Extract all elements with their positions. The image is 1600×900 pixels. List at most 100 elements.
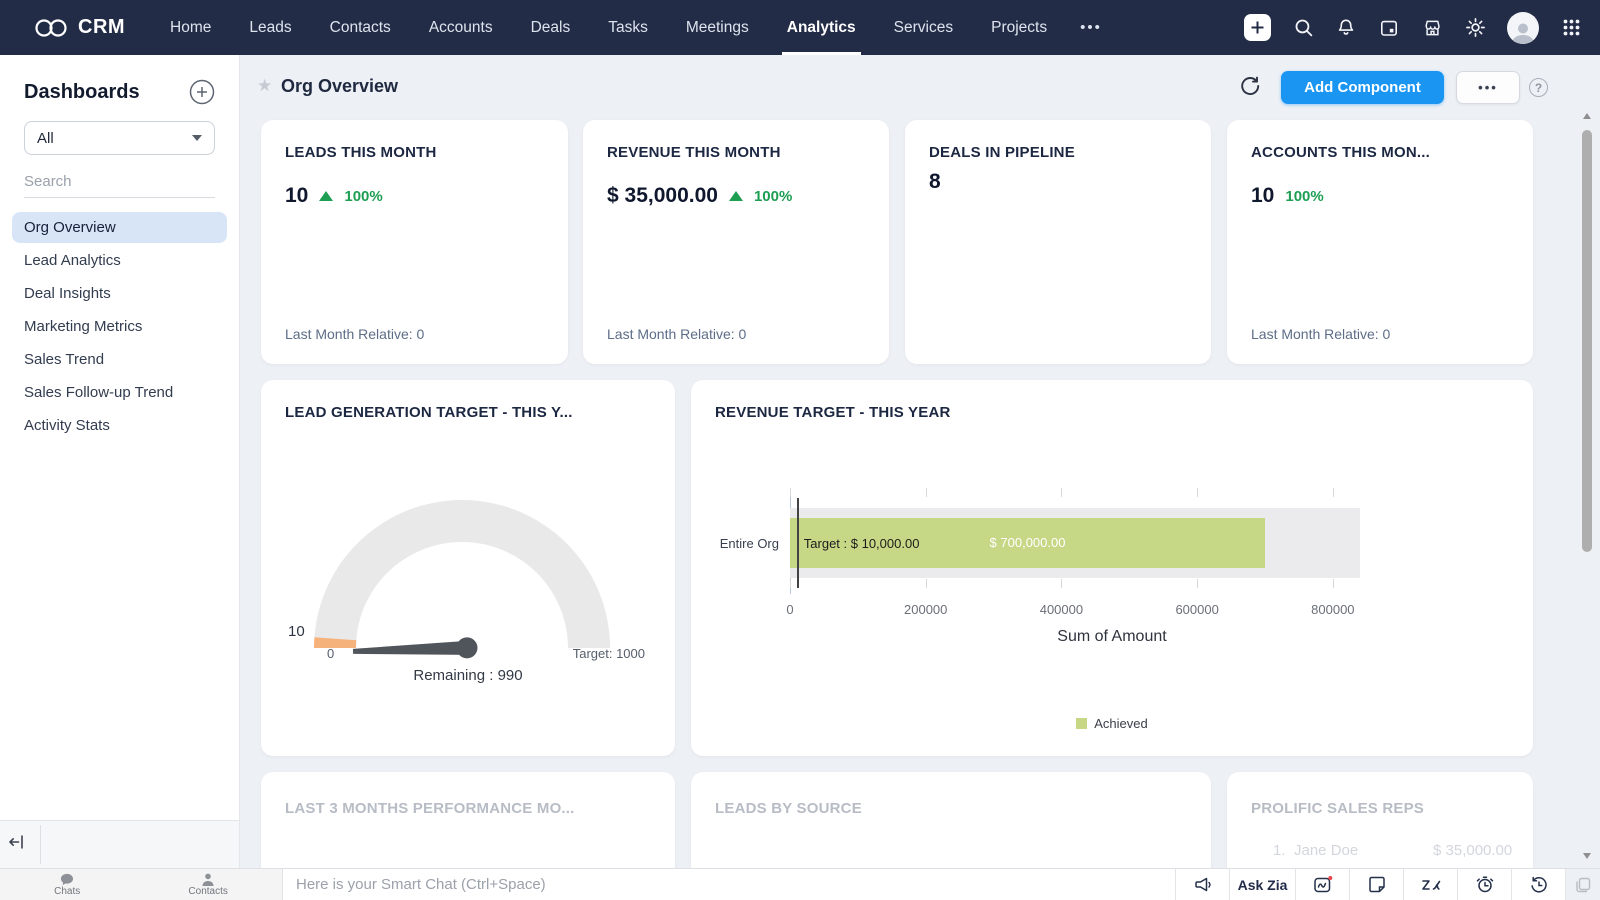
dashboards-sidebar: Dashboards All Org Overview Lead Analyti… [0, 55, 240, 900]
target-label: Target : $ 10,000.00 [804, 536, 920, 551]
nav-item-tasks[interactable]: Tasks [589, 0, 667, 55]
history-clock-icon [1529, 875, 1549, 894]
announcements-button[interactable] [1175, 869, 1229, 900]
nav-item-projects[interactable]: Projects [972, 0, 1066, 55]
chart-title: LAST 3 MONTHS PERFORMANCE MO... [285, 800, 575, 817]
kpi-card-deals-in-pipeline: DEALS IN PIPELINE 8 [905, 120, 1211, 364]
kpi-title: REVENUE THIS MONTH [607, 144, 781, 161]
bottom-toolbar: Ask Zia [1175, 869, 1565, 900]
quick-create-button[interactable] [1244, 14, 1271, 41]
smart-chat-input[interactable] [283, 876, 1175, 893]
axis-tick-mark [926, 488, 927, 497]
axis-tick-mark [1061, 579, 1062, 588]
refresh-icon[interactable] [1240, 75, 1262, 97]
chat-bubble-icon [60, 873, 74, 886]
zia-insights-button[interactable] [1295, 869, 1349, 900]
app-grid-icon[interactable] [1560, 17, 1582, 39]
contacts-label: Contacts [188, 887, 227, 897]
nav-item-services[interactable]: Services [875, 0, 972, 55]
brand-name: CRM [78, 16, 125, 39]
axis-tick-mark [790, 488, 791, 497]
kpi-footer: Last Month Relative: 0 [1251, 326, 1390, 342]
nav-more-button[interactable]: ••• [1066, 19, 1116, 36]
ask-zia-button[interactable]: Ask Zia [1229, 869, 1295, 900]
user-avatar[interactable] [1507, 12, 1539, 44]
main-navbar: CRM Home Leads Contacts Accounts Deals T… [0, 0, 1600, 55]
nav-item-analytics[interactable]: Analytics [768, 0, 875, 55]
sidebar-item-lead-analytics[interactable]: Lead Analytics [12, 245, 227, 276]
axis-tick-mark [1333, 488, 1334, 497]
add-dashboard-button[interactable] [189, 79, 215, 105]
kpi-value: $ 35,000.00 [607, 184, 718, 208]
copy-docs-icon[interactable] [1565, 869, 1600, 900]
chart-title: LEAD GENERATION TARGET - THIS Y... [285, 404, 573, 421]
nav-item-leads[interactable]: Leads [230, 0, 310, 55]
legend-swatch [1076, 718, 1087, 729]
target-line [797, 498, 799, 588]
nav-item-contacts[interactable]: Contacts [311, 0, 410, 55]
chart-legend: Achieved [691, 716, 1533, 731]
sidebar-item-marketing-metrics[interactable]: Marketing Metrics [12, 311, 227, 342]
help-icon[interactable]: ? [1529, 78, 1548, 97]
dashboard-search-input[interactable] [24, 169, 215, 198]
kpi-title: ACCOUNTS THIS MON... [1251, 144, 1430, 161]
sidebar-item-activity-stats[interactable]: Activity Stats [12, 410, 227, 441]
search-icon[interactable] [1292, 17, 1314, 39]
page-header: ★ Org Overview Add Component ••• ? [240, 55, 1600, 120]
rep-name: Jane Doe [1294, 842, 1358, 859]
brand[interactable]: CRM [33, 16, 125, 40]
nav-item-meetings[interactable]: Meetings [667, 0, 768, 55]
sidebar-item-sales-trend[interactable]: Sales Trend [12, 344, 227, 375]
nav-item-deals[interactable]: Deals [512, 0, 590, 55]
collapse-sidebar-icon[interactable] [8, 833, 28, 853]
axis-tick-mark [926, 579, 927, 588]
marketplace-icon[interactable] [1421, 17, 1443, 39]
reminders-button[interactable] [1457, 869, 1511, 900]
calendar-icon[interactable] [1378, 17, 1400, 39]
x-tick-label: 400000 [1040, 602, 1083, 617]
gauge-track-arc [314, 500, 610, 648]
chart-title: REVENUE TARGET - THIS YEAR [715, 404, 951, 421]
contacts-button[interactable]: Contacts [188, 873, 227, 897]
kpi-change: 100% [344, 188, 382, 205]
chats-button[interactable]: Chats [54, 873, 80, 897]
sidebar-item-org-overview[interactable]: Org Overview [12, 212, 227, 243]
chats-label: Chats [54, 887, 80, 897]
nav-item-home[interactable]: Home [151, 0, 230, 55]
kpi-value: 10 [1251, 184, 1274, 208]
kpi-card-accounts-this-month: ACCOUNTS THIS MON... 10 100% Last Month … [1227, 120, 1533, 364]
legend-label: Achieved [1094, 716, 1147, 731]
sticky-notes-button[interactable] [1349, 869, 1403, 900]
chat-dock: Chats Contacts [0, 869, 283, 900]
trend-up-icon [729, 191, 743, 201]
kpi-card-leads-this-month: LEADS THIS MONTH 10 100% Last Month Rela… [261, 120, 568, 364]
sidebar-footer [0, 820, 239, 868]
kpi-value: 8 [929, 170, 941, 194]
zia-signature-icon [1420, 876, 1442, 894]
vertical-scrollbar[interactable] [1582, 130, 1592, 552]
favorite-star-icon[interactable]: ★ [257, 76, 272, 96]
scrollbar-up-arrow[interactable] [1583, 113, 1591, 119]
note-icon [1367, 875, 1386, 894]
chart-title: PROLIFIC SALES REPS [1251, 800, 1424, 817]
x-axis-title: Sum of Amount [691, 628, 1533, 646]
settings-gear-icon[interactable] [1464, 17, 1486, 39]
scrollbar-down-arrow[interactable] [1583, 853, 1591, 859]
sidebar-item-sales-follow-up-trend[interactable]: Sales Follow-up Trend [12, 377, 227, 408]
add-component-button[interactable]: Add Component [1281, 71, 1444, 104]
gauge-target-label: Target: 1000 [573, 646, 645, 661]
recent-history-button[interactable] [1511, 869, 1565, 900]
zia-scribble-button[interactable] [1403, 869, 1457, 900]
notifications-bell-icon[interactable] [1335, 17, 1357, 39]
megaphone-icon [1193, 876, 1213, 894]
divider [40, 825, 41, 864]
sidebar-item-deal-insights[interactable]: Deal Insights [12, 278, 227, 309]
gauge-value-label: 10 [288, 623, 305, 640]
kpi-change: 100% [1285, 188, 1323, 205]
main-content: ★ Org Overview Add Component ••• ? LEADS… [240, 55, 1600, 900]
alarm-clock-icon [1475, 875, 1495, 894]
dashboard-filter-select[interactable]: All [24, 121, 215, 155]
nav-item-accounts[interactable]: Accounts [410, 0, 512, 55]
gauge-min-label: 0 [327, 646, 334, 661]
header-more-button[interactable]: ••• [1456, 71, 1520, 104]
